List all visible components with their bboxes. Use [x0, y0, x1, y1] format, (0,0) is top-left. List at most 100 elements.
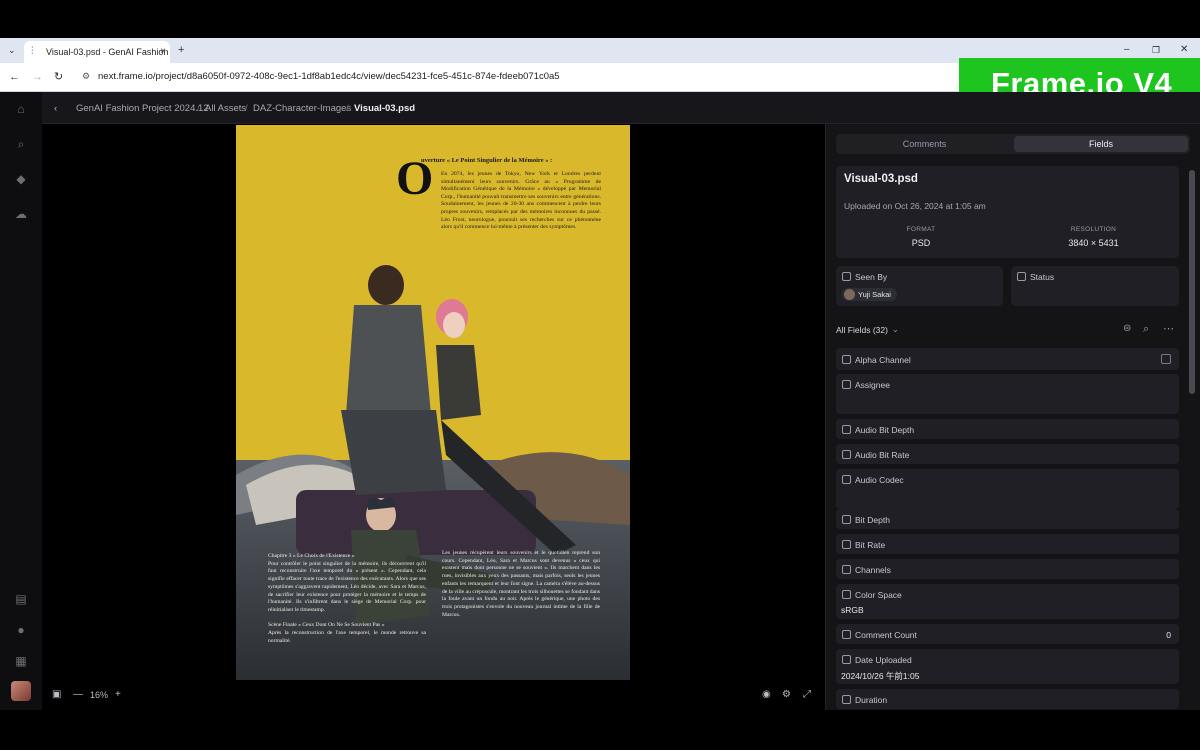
site-info-icon[interactable]: ⚙: [82, 71, 90, 82]
field-value: 0: [1166, 630, 1171, 640]
field-duration[interactable]: Duration: [836, 689, 1179, 709]
field-label: Assignee: [855, 380, 890, 390]
chat-icon[interactable]: ▤: [14, 592, 28, 606]
breadcrumb-project[interactable]: GenAI Fashion Project 2024.12: [76, 103, 209, 114]
search-icon[interactable]: ⌕: [14, 137, 28, 151]
panel-scrollbar[interactable]: [1189, 170, 1195, 394]
bell-icon[interactable]: ◆: [14, 172, 28, 186]
status-label: Status: [1030, 272, 1055, 282]
field-label: Audio Codec: [855, 475, 904, 485]
avatar: [844, 289, 855, 300]
all-fields-dropdown[interactable]: All Fields (32): [836, 325, 888, 335]
number-type-icon: [842, 515, 851, 524]
tab-fields[interactable]: Fields: [1014, 136, 1188, 152]
text-type-icon: [842, 475, 851, 484]
status-card[interactable]: Status: [1011, 266, 1179, 306]
field-date-uploaded[interactable]: Date Uploaded 2024/10/26 午前1:05: [836, 649, 1179, 684]
field-label: Duration: [855, 695, 888, 705]
url-field[interactable]: next.frame.io/project/d8a6050f-0972-408c…: [98, 71, 560, 82]
field-audio-bit-rate[interactable]: Audio Bit Rate: [836, 444, 1179, 464]
field-color-space[interactable]: Color Space sRGB: [836, 584, 1179, 619]
more-options-icon[interactable]: ⋯: [1163, 322, 1174, 335]
back-chevron-icon[interactable]: ‹: [54, 103, 57, 114]
seen-by-label: Seen By: [855, 272, 888, 282]
field-label: Color Space: [855, 590, 902, 600]
tab-comments[interactable]: Comments: [838, 136, 1011, 152]
eye-icon: [842, 272, 851, 281]
field-bit-rate[interactable]: Bit Rate: [836, 534, 1179, 554]
fullscreen-icon[interactable]: ⤢: [803, 689, 811, 700]
text-type-icon: [842, 590, 851, 599]
checkbox-type-icon: [842, 355, 851, 364]
field-alpha-channel[interactable]: Alpha Channel: [836, 348, 1179, 370]
seen-by-card: Seen By Yuji Sakai: [836, 266, 1003, 306]
seen-by-user-name: Yuji Sakai: [858, 290, 891, 299]
chevron-down-icon[interactable]: ⌄: [410, 104, 417, 113]
zoom-level[interactable]: 16%: [90, 690, 108, 700]
back-icon[interactable]: ←: [9, 71, 20, 83]
keyboard-icon[interactable]: ▦: [14, 654, 28, 668]
field-label: Alpha Channel: [855, 355, 911, 365]
user-avatar[interactable]: [11, 681, 31, 701]
search-icon[interactable]: ⌕: [1143, 323, 1149, 336]
filter-icon[interactable]: ⊜: [1123, 323, 1131, 334]
field-value: 2024/10/26 午前1:05: [841, 671, 920, 681]
lightbulb-icon[interactable]: ●: [14, 623, 28, 637]
field-bit-depth[interactable]: Bit Depth: [836, 509, 1179, 529]
field-audio-codec[interactable]: Audio Codec: [836, 469, 1179, 509]
number-type-icon: [842, 565, 851, 574]
close-tab-icon[interactable]: ×: [160, 46, 166, 57]
frameio-favicon-icon: ⫶: [31, 46, 34, 57]
field-assignee[interactable]: Assignee: [836, 374, 1179, 414]
magazine-heading: uverture « Le Point Singulier de la Mémo…: [421, 157, 553, 164]
close-window-icon[interactable]: ✕: [1180, 44, 1188, 56]
breadcrumb-folder[interactable]: DAZ-Character-Images: [253, 103, 351, 114]
status-icon: [1017, 272, 1026, 281]
breadcrumb-current-file[interactable]: Visual-03.psd: [354, 103, 415, 114]
magazine-column-left: Chapitre 3 « Le Choix de l'Existence » P…: [268, 553, 426, 644]
forward-icon[interactable]: →: [32, 71, 43, 83]
field-audio-bit-depth[interactable]: Audio Bit Depth: [836, 419, 1179, 439]
field-label: Bit Rate: [855, 540, 886, 550]
magazine-intro-text: En 2074, les jeunes de Tokyo, New York e…: [441, 171, 601, 231]
zoom-in-icon[interactable]: +: [115, 689, 121, 700]
number-type-icon: [842, 630, 851, 639]
location-pin-icon[interactable]: ◉: [762, 689, 771, 700]
panel-tab-switch: Comments Fields: [836, 134, 1190, 154]
field-label: Date Uploaded: [855, 655, 912, 665]
browser-tab[interactable]: ⫶ Visual-03.psd - GenAI Fashion P ×: [24, 41, 170, 63]
field-label: Bit Depth: [855, 515, 890, 525]
chevron-down-icon[interactable]: ⌄: [892, 325, 899, 334]
restore-icon[interactable]: ❐: [1152, 44, 1160, 56]
minimize-icon[interactable]: –: [1124, 44, 1130, 56]
user-type-icon: [842, 380, 851, 389]
tab-list-icon[interactable]: ⌄: [8, 44, 16, 56]
format-value: PSD: [911, 238, 931, 248]
breadcrumb-all-assets[interactable]: All Assets: [205, 103, 246, 114]
magazine-page-image: O uverture « Le Point Singulier de la Mé…: [236, 125, 630, 680]
zoom-out-icon[interactable]: —: [73, 689, 83, 700]
home-icon[interactable]: ⌂: [14, 102, 28, 116]
field-label: Comment Count: [855, 630, 917, 640]
settings-gear-icon[interactable]: ⚙: [782, 689, 791, 700]
number-type-icon: [842, 540, 851, 549]
number-type-icon: [842, 450, 851, 459]
field-channels[interactable]: Channels: [836, 559, 1179, 579]
new-tab-button[interactable]: +: [178, 44, 184, 56]
seen-by-user-chip[interactable]: Yuji Sakai: [842, 288, 897, 301]
breadcrumb-separator: /: [346, 103, 349, 114]
field-comment-count[interactable]: Comment Count 0: [836, 624, 1179, 644]
field-label: Audio Bit Rate: [855, 450, 910, 460]
magazine-column-right: Les jeunes récupèrent leurs souvenirs et…: [442, 550, 600, 618]
duration-type-icon: [842, 695, 851, 704]
fit-view-icon[interactable]: ▣: [52, 689, 61, 700]
cloud-upload-icon[interactable]: ☁: [14, 207, 28, 221]
resolution-value: 3840 × 5431: [1068, 238, 1119, 248]
file-summary-card: Visual-03.psd Uploaded on Oct 26, 2024 a…: [836, 166, 1179, 258]
alpha-channel-checkbox[interactable]: [1161, 354, 1171, 364]
app-sidebar: ⌂ ⌕ ◆ ☁ ▤ ● ▦: [0, 92, 42, 710]
viewer-controls: ▣ — 16% + ◉ ⚙ ⤢: [42, 684, 824, 710]
details-panel: Comments Fields Visual-03.psd Uploaded o…: [825, 124, 1200, 710]
reload-icon[interactable]: ↻: [54, 71, 63, 83]
browser-tab-title: Visual-03.psd - GenAI Fashion P: [46, 47, 170, 57]
